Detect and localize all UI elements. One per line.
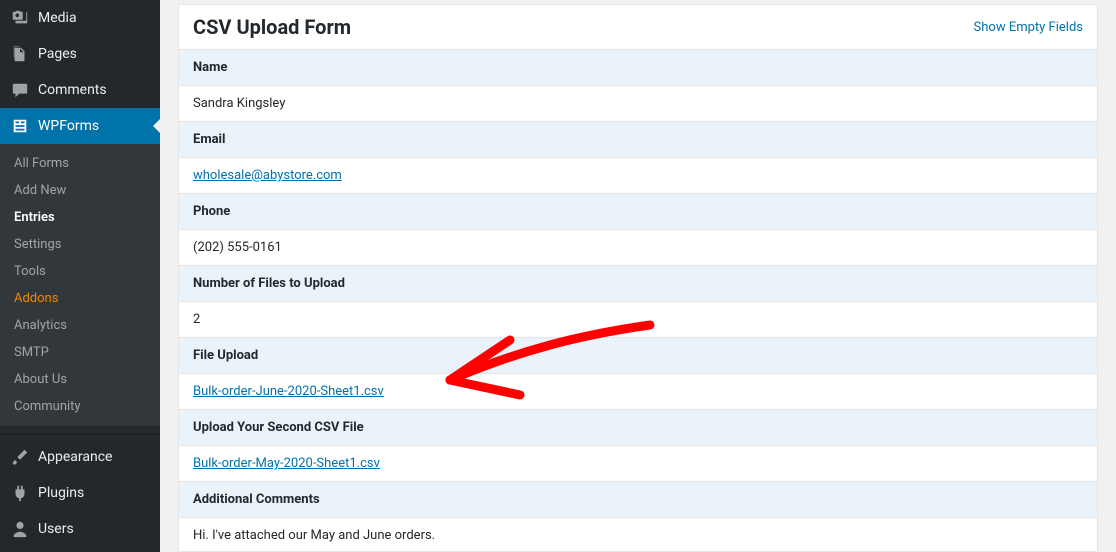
email-link[interactable]: wholesale@abystore.com (193, 168, 342, 183)
sidebar-item-label: Media (38, 10, 77, 26)
show-empty-fields-link[interactable]: Show Empty Fields (974, 20, 1083, 35)
field-value-numfiles: 2 (179, 302, 1097, 338)
field-label-name: Name (179, 50, 1097, 86)
sidebar-item-plugins[interactable]: Plugins (0, 475, 160, 511)
submenu-add-new[interactable]: Add New (0, 177, 160, 204)
file-link-1[interactable]: Bulk-order-June-2020-Sheet1.csv (193, 384, 384, 399)
field-label-phone: Phone (179, 194, 1097, 230)
submenu-about[interactable]: About Us (0, 366, 160, 393)
sidebar-item-wpforms[interactable]: WPForms (0, 108, 160, 144)
submenu-analytics[interactable]: Analytics (0, 312, 160, 339)
field-value-upload2: Bulk-order-May-2020-Sheet1.csv (179, 446, 1097, 482)
field-value-name: Sandra Kingsley (179, 86, 1097, 122)
sidebar-item-label: Appearance (38, 449, 112, 465)
form-icon (10, 116, 30, 136)
media-icon (10, 8, 30, 28)
panel-title: CSV Upload Form (193, 15, 351, 39)
sidebar-item-appearance[interactable]: Appearance (0, 439, 160, 475)
field-label-upload2: Upload Your Second CSV File (179, 410, 1097, 446)
entry-panel: CSV Upload Form Show Empty Fields Name S… (178, 4, 1098, 552)
field-label-numfiles: Number of Files to Upload (179, 266, 1097, 302)
field-label-comments: Additional Comments (179, 482, 1097, 518)
sidebar-item-label: Plugins (38, 485, 84, 501)
admin-sidebar: Media Pages Comments WPForms All Forms A… (0, 0, 160, 552)
pages-icon (10, 44, 30, 64)
sidebar-item-users[interactable]: Users (0, 511, 160, 547)
field-label-email: Email (179, 122, 1097, 158)
sidebar-item-media[interactable]: Media (0, 0, 160, 36)
sidebar-item-label: Users (38, 521, 74, 537)
plug-icon (10, 483, 30, 503)
submenu-community[interactable]: Community (0, 393, 160, 420)
sidebar-item-label: WPForms (38, 118, 99, 134)
submenu-tools[interactable]: Tools (0, 258, 160, 285)
comment-icon (10, 80, 30, 100)
main-content: CSV Upload Form Show Empty Fields Name S… (160, 0, 1116, 552)
submenu-settings[interactable]: Settings (0, 231, 160, 258)
wpforms-submenu: All Forms Add New Entries Settings Tools… (0, 144, 160, 426)
submenu-addons[interactable]: Addons (0, 285, 160, 312)
sidebar-item-pages[interactable]: Pages (0, 36, 160, 72)
sidebar-item-comments[interactable]: Comments (0, 72, 160, 108)
user-icon (10, 519, 30, 539)
field-value-email: wholesale@abystore.com (179, 158, 1097, 194)
field-value-phone: (202) 555-0161 (179, 230, 1097, 266)
field-value-comments: Hi. I've attached our May and June order… (179, 518, 1097, 552)
brush-icon (10, 447, 30, 467)
panel-header: CSV Upload Form Show Empty Fields (179, 5, 1097, 50)
sidebar-item-label: Comments (38, 82, 107, 98)
submenu-entries[interactable]: Entries (0, 204, 160, 231)
menu-separator (0, 430, 160, 435)
submenu-smtp[interactable]: SMTP (0, 339, 160, 366)
sidebar-item-label: Pages (38, 46, 77, 62)
file-link-2[interactable]: Bulk-order-May-2020-Sheet1.csv (193, 456, 380, 471)
submenu-all-forms[interactable]: All Forms (0, 150, 160, 177)
field-value-upload1: Bulk-order-June-2020-Sheet1.csv (179, 374, 1097, 410)
field-label-upload1: File Upload (179, 338, 1097, 374)
